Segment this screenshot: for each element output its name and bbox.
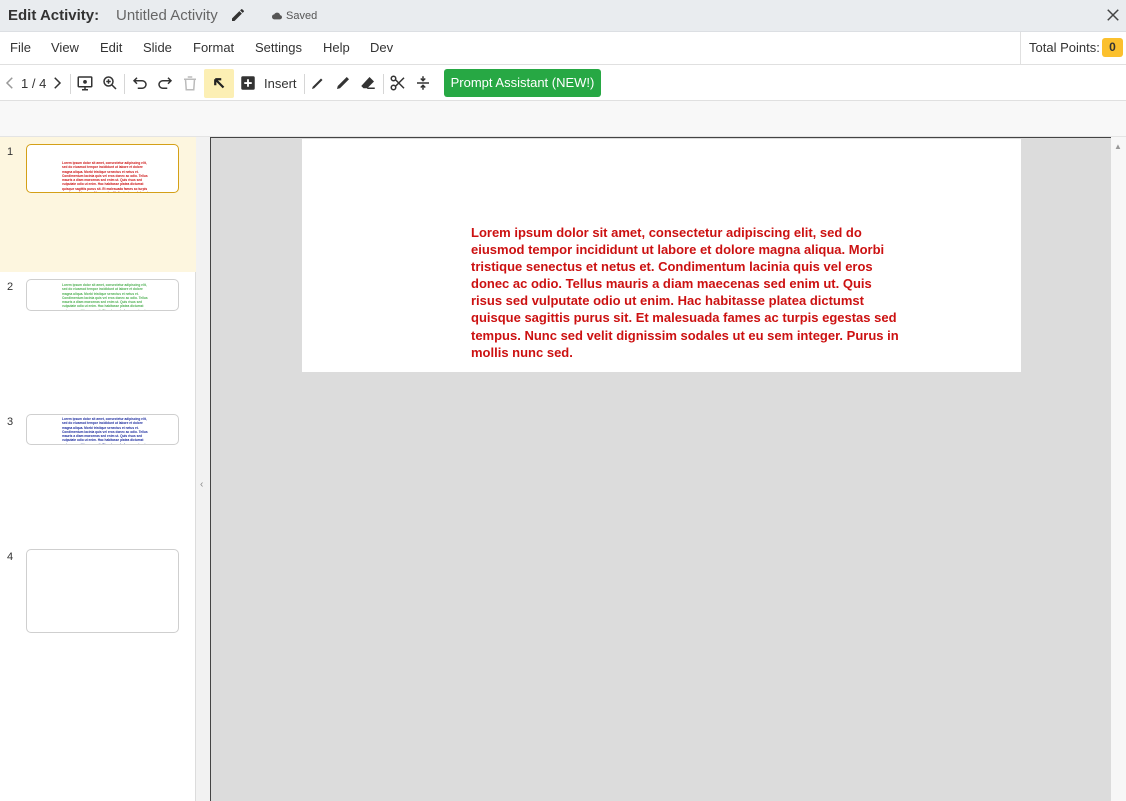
slide-number: 3 <box>7 416 14 428</box>
toolbar-divider <box>70 74 71 94</box>
insert-button[interactable]: Insert <box>264 76 297 91</box>
total-points-label: Total Points: <box>1029 40 1100 55</box>
eraser-icon[interactable] <box>358 73 378 93</box>
thumbnail-text: Lorem ipsum dolor sit amet, consectetur … <box>62 283 148 311</box>
menu-format[interactable]: Format <box>193 40 234 55</box>
saved-status: Saved <box>272 10 317 22</box>
close-icon[interactable] <box>1104 6 1122 24</box>
thumbnail-text: Lorem ipsum dolor sit amet, consectetur … <box>62 417 148 445</box>
format-bar <box>0 101 1126 137</box>
menu-help[interactable]: Help <box>323 40 350 55</box>
slide-thumbnail[interactable]: Lorem ipsum dolor sit amet, consectetur … <box>26 414 179 445</box>
scroll-up-icon[interactable]: ▲ <box>1114 142 1122 151</box>
slide-thumbnail[interactable]: Lorem ipsum dolor sit amet, consectetur … <box>26 144 179 193</box>
redo-icon[interactable] <box>155 73 175 93</box>
activity-name[interactable]: Untitled Activity <box>116 7 218 24</box>
slide-number: 4 <box>7 551 14 563</box>
slide-thumbnail-row[interactable]: 1 Lorem ipsum dolor sit amet, consectetu… <box>0 137 196 272</box>
pen-icon[interactable] <box>308 73 328 93</box>
split-icon[interactable] <box>413 73 433 93</box>
prompt-assistant-button[interactable]: Prompt Assistant (NEW!) <box>444 69 601 97</box>
slide-panel: 1 Lorem ipsum dolor sit amet, consectetu… <box>0 137 196 801</box>
menu-dev[interactable]: Dev <box>370 40 393 55</box>
marker-icon[interactable] <box>333 73 353 93</box>
title-bar: Edit Activity: Untitled Activity Saved <box>0 0 1126 32</box>
menu-view[interactable]: View <box>51 40 79 55</box>
slide-page[interactable]: Lorem ipsum dolor sit amet, consectetur … <box>302 139 1021 372</box>
add-box-icon[interactable] <box>238 73 258 93</box>
slide-text-box[interactable]: Lorem ipsum dolor sit amet, consectetur … <box>471 224 901 361</box>
slide-thumbnail-row[interactable]: 3 Lorem ipsum dolor sit amet, consectetu… <box>0 407 196 542</box>
slide-number: 1 <box>7 146 14 158</box>
total-points-badge: 0 <box>1102 38 1123 57</box>
menu-file[interactable]: File <box>10 40 31 55</box>
menu-settings[interactable]: Settings <box>255 40 302 55</box>
thumbnail-text: Lorem ipsum dolor sit amet, consectetur … <box>62 161 148 192</box>
chevron-right-icon[interactable] <box>47 73 67 93</box>
scissors-icon[interactable] <box>388 73 408 93</box>
slide-thumbnail[interactable]: Lorem ipsum dolor sit amet, consectetur … <box>26 279 179 311</box>
edit-activity-label: Edit Activity: <box>8 7 100 24</box>
toolbar-divider <box>124 74 125 94</box>
menu-edit[interactable]: Edit <box>100 40 122 55</box>
total-points: Total Points: 0 <box>1020 32 1126 65</box>
slide-thumbnail[interactable] <box>26 549 179 633</box>
chevron-left-icon[interactable] <box>0 73 20 93</box>
undo-icon[interactable] <box>130 73 150 93</box>
menu-bar: File View Edit Slide Format Settings Hel… <box>0 32 1126 65</box>
menu-slide[interactable]: Slide <box>143 40 172 55</box>
slide-thumbnail-row[interactable]: 4 <box>0 542 196 677</box>
toolbar: 1 / 4 Insert Prompt Assistant (NEW!) <box>0 66 1126 101</box>
pencil-icon[interactable] <box>230 7 246 23</box>
slide-thumbnail-row[interactable]: 2 Lorem ipsum dolor sit amet, consectetu… <box>0 272 196 407</box>
slide-number: 2 <box>7 281 14 293</box>
slide-canvas[interactable]: Lorem ipsum dolor sit amet, consectetur … <box>211 137 1111 801</box>
panel-resize-handle[interactable]: ‹ <box>196 137 211 801</box>
toolbar-divider <box>304 74 305 94</box>
trash-icon[interactable] <box>180 73 200 93</box>
preview-icon[interactable] <box>75 73 95 93</box>
select-arrow-icon[interactable] <box>209 73 229 93</box>
cloud-icon <box>272 12 282 20</box>
collapse-chevron-icon[interactable]: ‹ <box>200 479 203 490</box>
zoom-icon[interactable] <box>100 73 120 93</box>
saved-label: Saved <box>286 10 318 22</box>
vertical-scrollbar[interactable]: ▲ <box>1111 137 1126 801</box>
toolbar-divider <box>383 74 384 94</box>
page-indicator: 1 / 4 <box>21 76 47 91</box>
